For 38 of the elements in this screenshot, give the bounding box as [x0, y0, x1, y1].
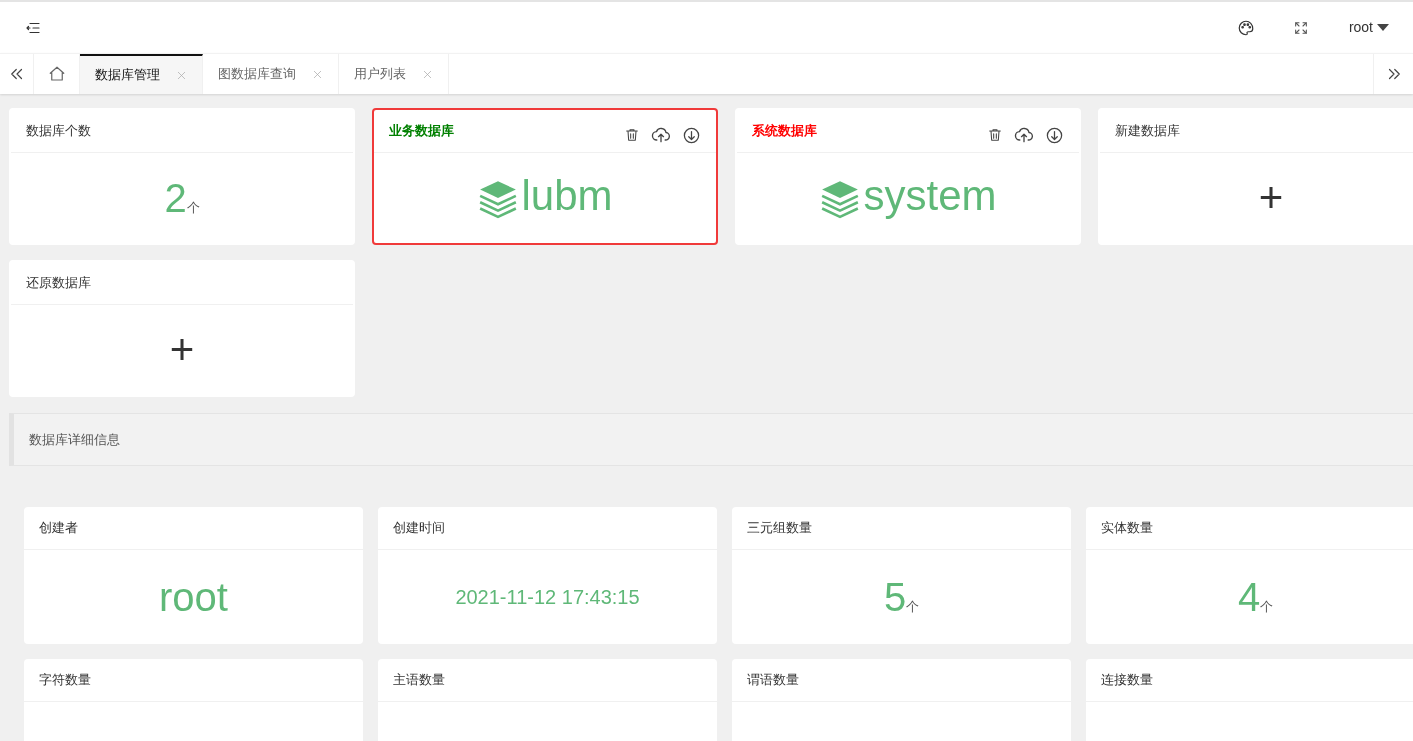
stat-title: 实体数量 — [1101, 519, 1153, 538]
count-unit: 个 — [186, 200, 200, 217]
tab[interactable]: 数据库管理 — [80, 54, 203, 94]
trash-icon[interactable] — [624, 127, 640, 143]
card-title: 业务数据库 — [389, 122, 454, 141]
stat-title: 创建时间 — [393, 519, 445, 538]
tab[interactable]: 图数据库查询 — [203, 54, 339, 94]
stat-value: 4 — [1237, 577, 1261, 617]
stat-title: 创建者 — [39, 519, 78, 538]
palette-icon[interactable] — [1236, 18, 1255, 37]
cloud-upload-icon[interactable] — [1014, 125, 1034, 145]
stat-title: 连接数量 — [1101, 671, 1153, 690]
caret-icon — [1377, 23, 1389, 32]
stat-unit: 个 — [1260, 599, 1274, 616]
add-button[interactable]: + — [1258, 177, 1284, 219]
stat-value: root — [159, 577, 228, 617]
stat-unit: 个 — [906, 599, 920, 616]
count-value: 2 — [164, 178, 187, 218]
stat-value: 5 — [883, 577, 907, 617]
stat-title: 主语数量 — [393, 671, 445, 690]
stat-title: 谓语数量 — [747, 671, 799, 690]
user-menu[interactable]: root — [1348, 17, 1389, 38]
section-title: 数据库详细信息 — [29, 430, 120, 449]
tab[interactable]: 用户列表 — [339, 54, 449, 94]
card-title: 新建数据库 — [1115, 122, 1180, 141]
card-title: 系统数据库 — [752, 122, 817, 141]
trash-icon[interactable] — [987, 127, 1003, 143]
fullscreen-icon[interactable] — [1292, 19, 1309, 36]
download-icon[interactable] — [682, 125, 701, 145]
add-button[interactable]: + — [169, 329, 195, 371]
stat-title: 三元组数量 — [747, 519, 812, 538]
home-icon[interactable] — [47, 65, 66, 83]
cloud-upload-icon[interactable] — [651, 125, 671, 145]
card-title: 还原数据库 — [26, 274, 91, 293]
card-title: 数据库个数 — [26, 122, 91, 141]
stat-value: 2021-11-12 17:43:15 — [455, 585, 640, 610]
download-icon[interactable] — [1045, 125, 1064, 145]
stat-title: 字符数量 — [39, 671, 91, 690]
